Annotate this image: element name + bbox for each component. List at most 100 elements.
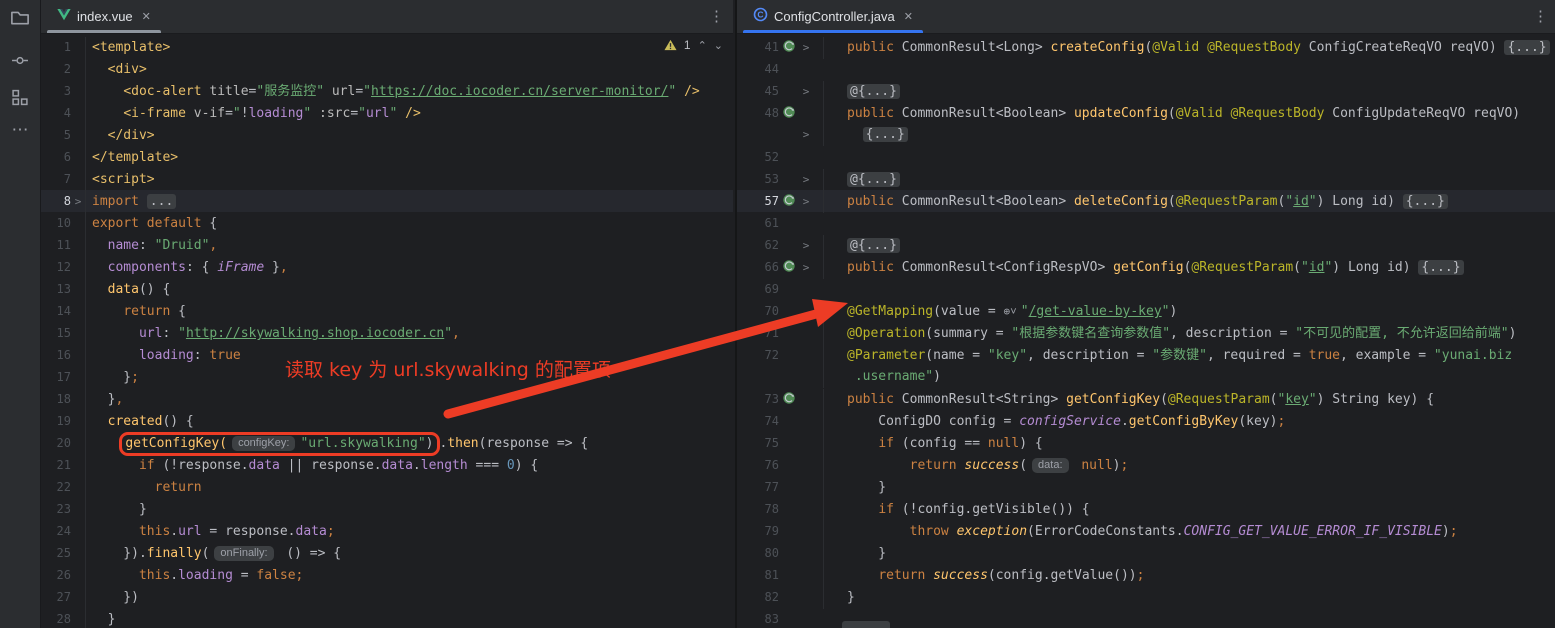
code-line[interactable]: 52 xyxy=(737,146,1555,168)
code-line[interactable]: 26 this.loading = false; xyxy=(41,564,733,586)
code-line[interactable]: 77 } xyxy=(737,476,1555,498)
commit-icon[interactable] xyxy=(12,52,29,74)
line-number: 14 xyxy=(41,300,71,322)
code-line[interactable]: 21 if (!response.data || response.data.l… xyxy=(41,454,733,476)
code-line[interactable]: .username") xyxy=(737,366,1555,388)
request-mapping-icon[interactable] xyxy=(779,193,799,215)
code-line[interactable]: 6</template> xyxy=(41,146,733,168)
code-line[interactable]: 5 </div> xyxy=(41,124,733,146)
line-number: 80 xyxy=(737,542,779,564)
code-line[interactable]: 17 }; xyxy=(41,366,733,388)
request-mapping-icon[interactable] xyxy=(779,105,799,127)
code-line[interactable]: 13 data() { xyxy=(41,278,733,300)
code-line[interactable]: 66>public CommonResult<ConfigRespVO> get… xyxy=(737,256,1555,278)
fold-chevron-icon[interactable]: > xyxy=(799,124,813,146)
code-line[interactable]: 19 created() { xyxy=(41,410,733,432)
line-number: 1 xyxy=(41,36,71,58)
close-icon[interactable]: ✕ xyxy=(904,10,913,23)
prev-warning-icon[interactable]: ⌃ xyxy=(698,39,707,52)
line-number: 44 xyxy=(737,58,779,80)
line-number: 28 xyxy=(41,608,71,628)
line-number: 6 xyxy=(41,146,71,168)
tab-bar-right: C ConfigController.java ✕ ⋮ xyxy=(737,0,1555,34)
code-line[interactable]: 3 <doc-alert title="服务监控" url="https://d… xyxy=(41,80,733,102)
inspection-widget[interactable]: 1 ⌃ ⌄ xyxy=(664,38,723,52)
close-icon[interactable]: ✕ xyxy=(142,10,151,23)
line-number: 23 xyxy=(41,498,71,520)
more-icon[interactable]: ⋯ xyxy=(12,120,29,140)
tab-index-vue[interactable]: index.vue ✕ xyxy=(47,0,161,33)
code-line[interactable]: 25 }).finally(onFinally: () => { xyxy=(41,542,733,564)
code-line[interactable]: 10export default { xyxy=(41,212,733,234)
request-mapping-icon[interactable] xyxy=(779,391,799,413)
code-line[interactable]: 78 if (!config.getVisible()) { xyxy=(737,498,1555,520)
tab-bar-left: index.vue ✕ ⋮ xyxy=(41,0,733,34)
structure-icon[interactable] xyxy=(12,89,29,111)
line-number: 21 xyxy=(41,454,71,476)
line-number: 26 xyxy=(41,564,71,586)
code-line[interactable]: 2 <div> xyxy=(41,58,733,80)
code-line[interactable]: 1<template> xyxy=(41,36,733,58)
line-number: 4 xyxy=(41,102,71,124)
code-line[interactable]: 14 return { xyxy=(41,300,733,322)
code-line[interactable]: 45>@{...} xyxy=(737,80,1555,102)
code-line[interactable]: 73public CommonResult<String> getConfigK… xyxy=(737,388,1555,410)
request-mapping-icon[interactable] xyxy=(779,259,799,281)
code-line[interactable]: 7<script> xyxy=(41,168,733,190)
code-line[interactable]: 62>@{...} xyxy=(737,234,1555,256)
line-number: 62 xyxy=(737,234,779,256)
code-line[interactable]: 20 getConfigKey(configKey:"url.skywalkin… xyxy=(41,432,733,454)
code-line[interactable]: 18 }, xyxy=(41,388,733,410)
code-line[interactable]: 4 <i-frame v-if="!loading" :src="url" /> xyxy=(41,102,733,124)
tab-configcontroller-java[interactable]: C ConfigController.java ✕ xyxy=(743,0,923,33)
line-number: 82 xyxy=(737,586,779,608)
code-line[interactable]: 82} xyxy=(737,586,1555,608)
line-number: 5 xyxy=(41,124,71,146)
code-line[interactable]: 72@Parameter(name = "key", description =… xyxy=(737,344,1555,366)
code-line[interactable]: 76 return success(data: null); xyxy=(737,454,1555,476)
code-line[interactable]: 48public CommonResult<Boolean> updateCon… xyxy=(737,102,1555,124)
code-line[interactable]: 75 if (config == null) { xyxy=(737,432,1555,454)
code-line[interactable]: 27 }) xyxy=(41,586,733,608)
project-folder-icon[interactable] xyxy=(10,8,30,33)
kebab-menu-icon[interactable]: ⋮ xyxy=(709,7,724,25)
line-number: 77 xyxy=(737,476,779,498)
code-line[interactable]: 80 } xyxy=(737,542,1555,564)
code-line[interactable]: 15 url: "http://skywalking.shop.iocoder.… xyxy=(41,322,733,344)
code-line[interactable]: 22 return xyxy=(41,476,733,498)
code-editor-right[interactable]: 41>public CommonResult<Long> createConfi… xyxy=(737,33,1555,628)
request-mapping-icon[interactable] xyxy=(779,39,799,61)
fold-chevron-icon[interactable]: > xyxy=(799,191,813,213)
code-editor-left[interactable]: 1<template>2 <div>3 <doc-alert title="服务… xyxy=(41,33,733,628)
code-line[interactable]: 70@GetMapping(value = ⊕˅"/get-value-by-k… xyxy=(737,300,1555,322)
kebab-menu-icon[interactable]: ⋮ xyxy=(1533,7,1548,25)
fold-chevron-icon[interactable]: > xyxy=(799,169,813,191)
code-line[interactable]: 41>public CommonResult<Long> createConfi… xyxy=(737,36,1555,58)
code-line[interactable]: 16 loading: true xyxy=(41,344,733,366)
code-line[interactable]: 44 xyxy=(737,58,1555,80)
fold-chevron-icon[interactable]: > xyxy=(71,191,85,213)
fold-chevron-icon[interactable]: > xyxy=(799,81,813,103)
code-line[interactable]: 11 name: "Druid", xyxy=(41,234,733,256)
annotation-highlight-box: getConfigKey(configKey:"url.skywalking") xyxy=(119,432,439,456)
code-line[interactable]: 53>@{...} xyxy=(737,168,1555,190)
code-line[interactable]: 28 } xyxy=(41,608,733,628)
code-line[interactable]: 69 xyxy=(737,278,1555,300)
code-line[interactable]: 23 } xyxy=(41,498,733,520)
code-line[interactable]: 79 throw exception(ErrorCodeConstants.CO… xyxy=(737,520,1555,542)
code-line[interactable]: 57>public CommonResult<Boolean> deleteCo… xyxy=(737,190,1555,212)
fold-chevron-icon[interactable]: > xyxy=(799,257,813,279)
next-warning-icon[interactable]: ⌄ xyxy=(714,39,723,52)
fold-chevron-icon[interactable]: > xyxy=(799,235,813,257)
code-line[interactable]: 24 this.url = response.data; xyxy=(41,520,733,542)
code-line[interactable]: 71@Operation(summary = "根据参数键名查询参数值", de… xyxy=(737,322,1555,344)
code-line[interactable]: 74 ConfigDO config = configService.getCo… xyxy=(737,410,1555,432)
code-line[interactable]: 8>import ... xyxy=(41,190,733,212)
code-line[interactable]: 61 xyxy=(737,212,1555,234)
code-line[interactable]: 12 components: { iFrame }, xyxy=(41,256,733,278)
code-line[interactable]: > {...} xyxy=(737,124,1555,146)
code-line[interactable]: 81 return success(config.getValue()); xyxy=(737,564,1555,586)
fold-chevron-icon[interactable]: > xyxy=(799,37,813,59)
line-number: 22 xyxy=(41,476,71,498)
line-number: 75 xyxy=(737,432,779,454)
